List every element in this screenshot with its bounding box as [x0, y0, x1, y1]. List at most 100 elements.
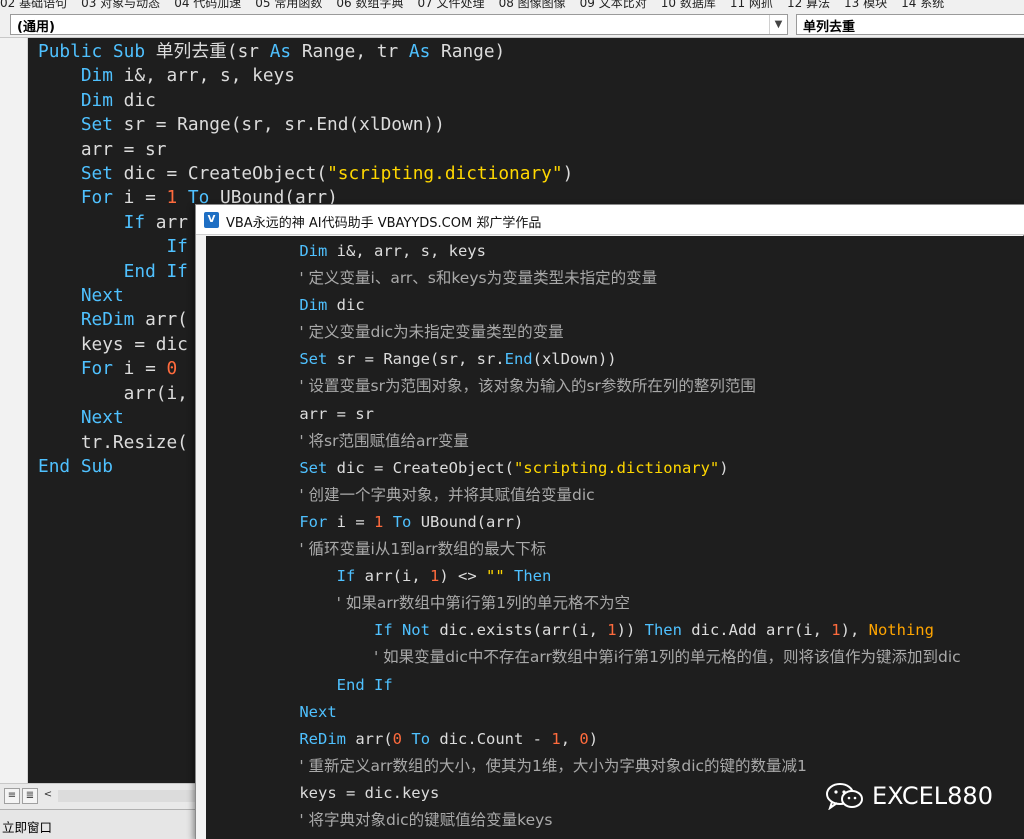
code-token: arr — [145, 211, 188, 233]
code-line[interactable]: Public Sub 单列去重(sr As Range, tr As Range… — [38, 40, 573, 64]
annotated-code-line[interactable]: ' 如果变量dic中不存在arr数组中第i行第1列的单元格的值，则将该值作为键添… — [206, 644, 961, 671]
annotated-code-line[interactable]: For i = 1 To UBound(arr) — [206, 509, 961, 536]
code-token: "scripting.dictionary" — [513, 458, 720, 477]
code-token: i&, arr, s, keys — [327, 242, 486, 260]
code-line[interactable]: Set dic = CreateObject("scripting.dictio… — [38, 162, 573, 186]
code-token: ReDim — [80, 309, 135, 331]
code-token: keys = dic — [38, 333, 188, 355]
code-token: Set — [80, 163, 113, 185]
code-token: dic.Add arr(i, — [681, 621, 832, 640]
code-token: (xlDown)) — [532, 350, 617, 369]
module-tab[interactable]: 09 文本比对 — [580, 0, 647, 10]
code-token: End Sub — [38, 455, 113, 477]
code-token: ' 设置变量sr为范围对象，该对象为输入的sr参数所在列的整列范围 — [299, 377, 756, 396]
code-line[interactable]: arr = sr — [38, 138, 573, 162]
annotated-code-line[interactable]: ' 如果arr数组中第i行第1列的单元格不为空 — [206, 590, 961, 617]
module-tab[interactable]: 06 数组字典 — [336, 0, 403, 10]
popup-title: VBA永远的神 AI代码助手 VBAYYDS.COM 郑广学作品 — [226, 216, 542, 231]
immediate-window-label: 立即窗口 — [2, 820, 53, 835]
annotated-code-line[interactable]: ' 定义变量dic为未指定变量类型的变量 — [206, 319, 961, 346]
annotated-code-line[interactable]: ' 将字典对象dic的键赋值给变量keys — [206, 807, 961, 834]
popup-titlebar[interactable]: V VBA永远的神 AI代码助手 VBAYYDS.COM 郑广学作品 — [196, 205, 1024, 235]
code-token: arr = sr — [206, 404, 374, 423]
annotated-code-line[interactable]: ReDim arr(0 To dic.Count - 1, 0) — [206, 726, 961, 753]
code-token: "scripting.dictionary" — [327, 163, 563, 185]
code-token: sr = Range(sr, sr. — [327, 350, 505, 369]
scroll-left-icon[interactable]: < — [40, 788, 56, 804]
code-token: Set — [299, 458, 328, 477]
code-token: If Not — [373, 621, 430, 640]
annotated-code-line[interactable]: If arr(i, 1) <> "" Then — [206, 563, 961, 590]
code-line[interactable]: Set sr = Range(sr, sr.End(xlDown)) — [38, 113, 573, 137]
module-tab[interactable]: 13 模块 — [844, 0, 887, 10]
module-tab[interactable]: 03 对象与动态 — [81, 0, 160, 10]
module-tab[interactable]: 11 网抓 — [730, 0, 773, 10]
annotated-code-line[interactable]: arr = sr — [206, 401, 961, 428]
horizontal-scrollbar[interactable]: ≡ ≣ < — [0, 783, 206, 809]
code-token: 1 — [831, 621, 841, 640]
module-tab[interactable]: 08 图像图像 — [499, 0, 566, 10]
code-token: i&, arr, s, keys — [112, 65, 295, 87]
annotated-code-line[interactable]: ' 循环变量i从1到arr数组的最大下标 — [206, 536, 961, 563]
module-tab[interactable]: 07 文件处理 — [417, 0, 484, 10]
vba-app-icon: V — [204, 212, 219, 228]
annotated-code-line[interactable]: If Not dic.exists(arr(i, 1)) Then dic.Ad… — [206, 617, 961, 644]
procedure-view-icon[interactable]: ≣ — [22, 788, 38, 804]
ai-assistant-window[interactable]: V VBA永远的神 AI代码助手 VBAYYDS.COM 郑广学作品 Dim i… — [195, 204, 1024, 839]
annotated-code-line[interactable]: ' 将sr范围赋值给arr变量 — [206, 428, 961, 455]
procedure-dropdown[interactable]: 单列去重 — [796, 14, 1024, 35]
annotated-code-line[interactable]: Next — [206, 699, 961, 726]
annotated-code-line[interactable]: Dim dic — [206, 292, 961, 319]
module-tab[interactable]: 05 常用函数 — [255, 0, 322, 10]
annotated-code-line[interactable]: ' 定义变量i、arr、s和keys为变量类型未指定的变量 — [206, 265, 961, 292]
code-token: 单列去重(sr — [145, 41, 270, 62]
module-tab[interactable]: 14 系统 — [901, 0, 944, 10]
annotated-code-line[interactable]: ' 创建一个字典对象，并将其赋值给变量dic — [206, 482, 961, 509]
code-token: dic = CreateObject( — [327, 458, 514, 477]
annotated-code-text[interactable]: Dim i&, arr, s, keys ' 定义变量i、arr、s和keys为… — [206, 238, 961, 834]
code-token: ' 重新定义arr数组的大小，使其为1维，大小为字典对象dic的键的数量减1 — [299, 756, 807, 775]
annotated-code-line[interactable]: End If — [206, 672, 961, 699]
code-line[interactable]: Dim i&, arr, s, keys — [38, 64, 573, 88]
full-module-view-icon[interactable]: ≡ — [4, 788, 20, 804]
annotated-code-line[interactable]: ' 重新定义arr数组的大小，使其为1维，大小为字典对象dic的键的数量减1 — [206, 753, 961, 780]
module-tab-row: 02 基础语句 03 对象与动态 04 代码加速 05 常用函数 06 数组字典 07 文… — [0, 0, 958, 10]
code-token: ' 将sr范围赋值给arr变量 — [299, 431, 469, 450]
watermark-text: EXCEL880 — [872, 782, 993, 810]
code-line[interactable]: Dim dic — [38, 89, 573, 113]
code-token: ' 循环变量i从1到arr数组的最大下标 — [299, 540, 547, 559]
annotated-code-line[interactable]: Set sr = Range(sr, sr.End(xlDown)) — [206, 346, 961, 373]
object-dropdown[interactable]: (通用) ▼ — [10, 14, 788, 35]
annotated-code-line[interactable]: ' 设置变量sr为范围对象，该对象为输入的sr参数所在列的整列范围 — [206, 373, 961, 400]
code-token: ' 定义变量i、arr、s和keys为变量类型未指定的变量 — [299, 269, 658, 288]
code-token: Set — [80, 114, 113, 136]
chevron-down-icon[interactable]: ▼ — [769, 15, 787, 34]
module-tab[interactable]: 04 代码加速 — [174, 0, 241, 10]
immediate-window[interactable]: 立即窗口 — [0, 809, 206, 839]
annotated-code-panel[interactable]: Dim i&, arr, s, keys ' 定义变量i、arr、s和keys为… — [206, 236, 1024, 839]
annotated-code-line[interactable]: Set dic = CreateObject("scripting.dictio… — [206, 455, 961, 482]
module-tab[interactable]: 10 数据库 — [661, 0, 716, 10]
module-tab[interactable]: 12 算法 — [787, 0, 830, 10]
annotated-code-line[interactable]: Dim i&, arr, s, keys — [206, 238, 961, 265]
code-token: UBound(arr) — [411, 512, 524, 531]
code-token: Dim — [80, 89, 113, 111]
scrollbar-track[interactable] — [58, 790, 206, 802]
code-token: ) <> — [439, 567, 486, 586]
code-token: 0 — [166, 358, 178, 380]
wechat-icon — [826, 783, 863, 810]
module-tab[interactable]: 02 基础语句 — [0, 0, 67, 10]
